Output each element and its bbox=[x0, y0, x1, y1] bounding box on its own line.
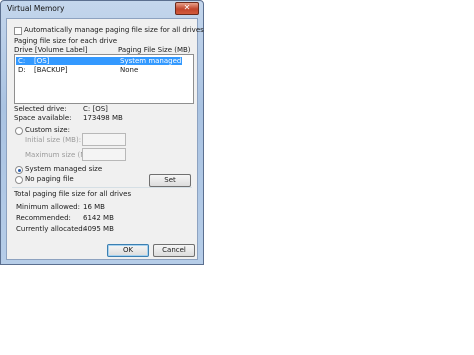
drive-list[interactable]: C: [OS] System managed D: [BACKUP] None bbox=[14, 54, 194, 104]
initial-size-label: Initial size (MB): bbox=[25, 136, 82, 144]
space-available-value: 173498 MB bbox=[83, 114, 123, 122]
drive-letter: D: bbox=[18, 66, 26, 74]
no-paging-file-radio[interactable] bbox=[15, 176, 23, 184]
system-managed-label[interactable]: System managed size bbox=[25, 165, 102, 173]
auto-manage-checkbox[interactable] bbox=[14, 27, 22, 35]
set-button[interactable]: Set bbox=[149, 174, 191, 187]
auto-manage-label[interactable]: Automatically manage paging file size fo… bbox=[24, 26, 204, 34]
dialog-client-area: Automatically manage paging file size fo… bbox=[6, 18, 204, 260]
recommended-value: 6142 MB bbox=[83, 214, 114, 222]
selected-drive-label: Selected drive: bbox=[14, 105, 67, 113]
custom-size-label[interactable]: Custom size: bbox=[25, 126, 70, 134]
paging-size: System managed bbox=[120, 57, 182, 65]
drives-group-title: Paging file size for each drive bbox=[14, 37, 118, 45]
paging-size: None bbox=[120, 66, 139, 74]
volume-label: [OS] bbox=[34, 57, 50, 65]
currently-allocated-value: 4095 MB bbox=[83, 225, 114, 233]
system-managed-radio[interactable] bbox=[15, 166, 23, 174]
window-title: Virtual Memory bbox=[7, 4, 65, 13]
column-header-drive: Drive [Volume Label] bbox=[14, 46, 88, 54]
volume-label: [BACKUP] bbox=[34, 66, 68, 74]
currently-allocated-label: Currently allocated: bbox=[16, 225, 86, 233]
title-bar[interactable]: Virtual Memory ✕ bbox=[1, 1, 203, 17]
close-icon: ✕ bbox=[183, 3, 191, 12]
ok-button[interactable]: OK bbox=[107, 244, 149, 257]
selected-drive-value: C: [OS] bbox=[83, 105, 108, 113]
total-group-title: Total paging file size for all drives bbox=[14, 190, 132, 198]
virtual-memory-dialog: Virtual Memory ✕ Automatically manage pa… bbox=[0, 0, 204, 265]
drive-row-c[interactable]: C: [OS] System managed bbox=[16, 57, 182, 65]
cancel-button[interactable]: Cancel bbox=[153, 244, 195, 257]
custom-size-radio[interactable] bbox=[15, 127, 23, 135]
column-header-size: Paging File Size (MB) bbox=[118, 46, 191, 54]
group-divider bbox=[12, 187, 192, 188]
close-button[interactable]: ✕ bbox=[175, 2, 199, 15]
minimum-allowed-label: Minimum allowed: bbox=[16, 203, 80, 211]
space-available-label: Space available: bbox=[14, 114, 72, 122]
minimum-allowed-value: 16 MB bbox=[83, 203, 105, 211]
maximum-size-input[interactable] bbox=[82, 148, 126, 161]
drive-letter: C: bbox=[18, 57, 26, 65]
no-paging-file-label[interactable]: No paging file bbox=[25, 175, 74, 183]
drive-row-d[interactable]: D: [BACKUP] None bbox=[16, 66, 182, 74]
recommended-label: Recommended: bbox=[16, 214, 71, 222]
initial-size-input[interactable] bbox=[82, 133, 126, 146]
